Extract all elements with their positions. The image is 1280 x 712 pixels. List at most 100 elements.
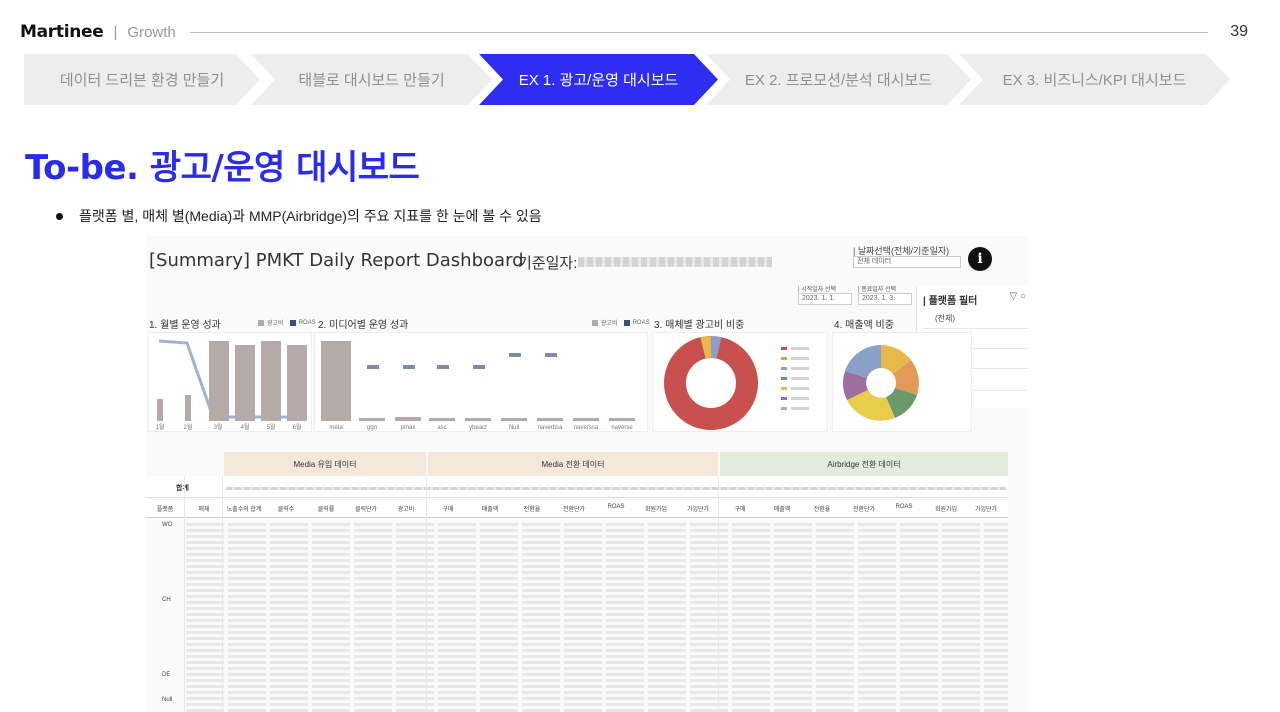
column-header[interactable]: 매출액 <box>762 504 802 513</box>
column-header[interactable]: 매출액 <box>470 504 510 513</box>
step-ex1-ad-dashboard[interactable]: EX 1. 광고/운영 대시보드 <box>479 54 718 105</box>
x-tick-label: Null <box>508 425 520 431</box>
x-tick-label: 3월 <box>213 425 223 431</box>
header-separator: | <box>113 23 118 41</box>
column-header[interactable]: 가입단가 <box>966 504 1006 513</box>
chart-label-monthly: 1. 월별 운영 성과 <box>149 320 221 331</box>
legend-swatch <box>258 319 264 326</box>
column-header[interactable]: ROAS <box>884 504 924 510</box>
column-header[interactable]: 전환단가 <box>844 504 884 513</box>
sales-share-donut <box>832 332 972 432</box>
roas-marker <box>367 365 379 369</box>
column-divider <box>718 476 719 712</box>
column-divider <box>426 476 427 712</box>
roas-marker <box>437 365 449 369</box>
bar <box>287 345 307 421</box>
column-header[interactable]: 클릭수 <box>266 504 306 513</box>
bar <box>465 418 491 421</box>
column-header[interactable]: 전환율 <box>802 504 842 513</box>
section-label: Growth <box>127 23 176 41</box>
media-chart: meta ggn pmax asc ybeact Null naverbsa n… <box>314 332 648 432</box>
step-navigation: 데이터 드리븐 환경 만들기 태블로 대시보드 만들기 EX 1. 광고/운영 … <box>24 54 1230 105</box>
step-ex2-promo-dashboard[interactable]: EX 2. 프로모션/분석 대시보드 <box>706 54 971 105</box>
bar <box>185 395 191 421</box>
legend-text <box>791 367 809 370</box>
step-label: EX 2. 프로모션/분석 대시보드 <box>744 72 933 89</box>
column-header[interactable]: 전환단가 <box>554 504 594 513</box>
column-header[interactable]: 광고비 <box>386 504 426 513</box>
slide-header: Martinee | Growth 39 <box>20 18 1248 46</box>
column-header[interactable]: 전환율 <box>512 504 552 513</box>
bar <box>261 341 281 421</box>
x-tick-label: 2월 <box>183 425 193 431</box>
bullet-text: 플랫폼 별, 매체 별(Media)과 MMP(Airbridge)의 주요 지… <box>79 208 542 224</box>
x-tick-label: pmax <box>400 425 416 431</box>
table-body-blurred <box>186 520 1008 712</box>
roas-marker <box>509 353 521 357</box>
column-header[interactable]: 클릭단가 <box>346 504 386 513</box>
blurred-total-values <box>226 487 1006 490</box>
bar <box>609 418 635 421</box>
column-header[interactable]: 구매 <box>428 504 468 513</box>
end-date-select[interactable]: 2023. 1. 3. <box>858 293 912 305</box>
filter-icon[interactable]: ▽ ○ <box>1009 291 1026 302</box>
x-tick-label: naverse <box>611 425 633 431</box>
step-label: 데이터 드리븐 환경 만들기 <box>59 72 225 89</box>
row-group-label: Null <box>162 697 173 703</box>
column-header[interactable]: 가입단가 <box>678 504 718 513</box>
step-ex3-business-dashboard[interactable]: EX 3. 비즈니스/KPI 대시보드 <box>959 54 1230 105</box>
chart-label-sales-share: 4. 매출액 비중 <box>834 320 894 331</box>
bar <box>501 418 527 421</box>
info-icon[interactable]: i <box>968 247 992 271</box>
legend-text <box>791 347 809 350</box>
donut-chart <box>843 345 919 421</box>
legend-label: ROAS <box>632 319 650 326</box>
bar <box>157 399 163 421</box>
bar <box>359 418 385 421</box>
blurred-date-value <box>578 257 772 267</box>
bullet-item: 플랫폼 별, 매체 별(Media)과 MMP(Airbridge)의 주요 지… <box>56 206 542 226</box>
legend-text <box>791 397 809 400</box>
column-header[interactable]: 노출수의 합계 <box>224 504 264 513</box>
bar <box>209 341 229 421</box>
column-header[interactable]: 구매 <box>720 504 760 513</box>
x-tick-label: meta <box>329 425 343 431</box>
legend-label: 광고비 <box>267 321 284 327</box>
column-header[interactable]: 플랫폼 <box>152 504 178 513</box>
row-group-label: WO <box>162 522 173 528</box>
start-date-select[interactable]: 2023. 1. 1. <box>798 293 852 305</box>
step-label: EX 1. 광고/운영 대시보드 <box>518 72 679 89</box>
bullet-dot <box>56 212 63 220</box>
legend-swatch <box>781 347 787 350</box>
page-title: To-be. 광고/운영 대시보드 <box>25 148 420 188</box>
column-header[interactable]: 회원가입 <box>926 504 966 513</box>
x-tick-label: naverssa <box>573 425 599 431</box>
legend-text <box>791 407 809 410</box>
start-date-label: | 시작일자 선택 <box>798 287 837 293</box>
filter-option-all[interactable]: (전체) <box>935 313 955 324</box>
date-filter-select[interactable]: 전체 데이터 <box>853 256 961 268</box>
bar <box>321 341 351 421</box>
x-tick-label: 6월 <box>292 425 302 431</box>
legend-text <box>791 357 809 360</box>
monthly-chart: 1월 2월 3월 4월 5월 6월 <box>148 332 312 432</box>
step-tableau-dashboard[interactable]: 태블로 대시보드 만들기 <box>251 54 492 105</box>
legend-label: 광고비 <box>601 321 618 327</box>
end-date-label: | 종료일자 선택 <box>858 287 897 293</box>
step-label: EX 3. 비즈니스/KPI 대시보드 <box>1002 72 1187 89</box>
group-header-media-inflow: Media 유입 데이터 <box>224 452 426 476</box>
x-tick-label: asc <box>437 425 447 431</box>
legend-media: 광고비 ROAS <box>586 318 650 327</box>
bar <box>429 418 455 421</box>
column-header[interactable]: 회원가입 <box>636 504 676 513</box>
step-label: 태블로 대시보드 만들기 <box>298 72 445 89</box>
bar <box>235 345 255 421</box>
step-data-driven[interactable]: 데이터 드리븐 환경 만들기 <box>24 54 260 105</box>
chart-label-media: 2. 미디어별 운영 성과 <box>318 320 409 331</box>
column-header[interactable]: 매체 <box>188 504 220 513</box>
column-header[interactable]: 클릭률 <box>306 504 346 513</box>
row-group-label: DE <box>162 672 171 678</box>
column-header[interactable]: ROAS <box>596 504 636 510</box>
legend-swatch <box>781 407 787 410</box>
base-date-label: 기준일자: <box>518 255 578 272</box>
